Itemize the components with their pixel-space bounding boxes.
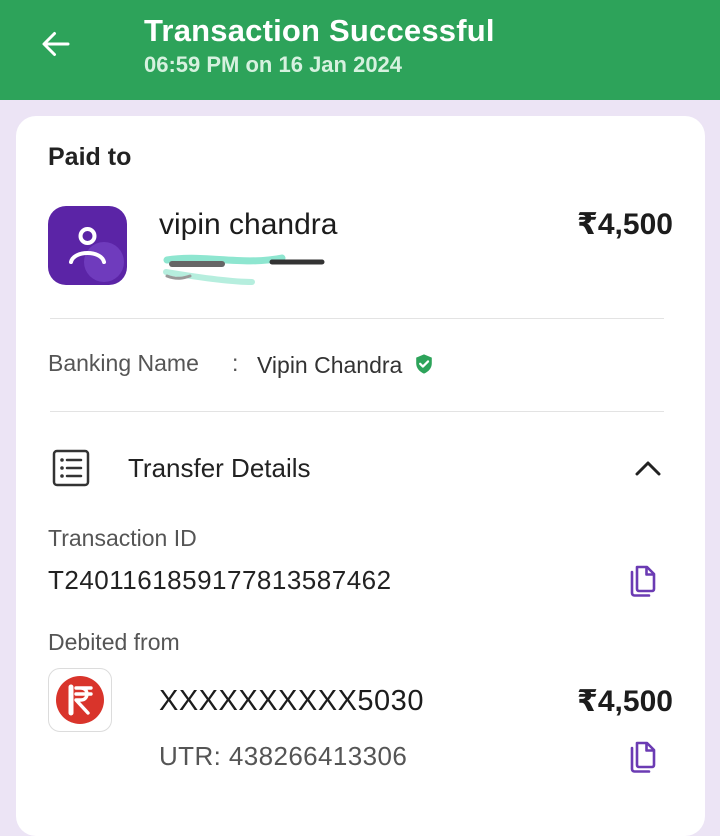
transaction-timestamp: 06:59 PM on 16 Jan 2024 (144, 52, 403, 77)
banking-name-value: Vipin Chandra (257, 352, 403, 378)
banking-name-separator: : (232, 350, 239, 376)
transaction-id-value: T2401161859177813587462 (48, 565, 392, 595)
back-button[interactable] (34, 22, 78, 66)
copy-icon[interactable] (628, 740, 658, 774)
paid-amount: ₹4,500 (577, 208, 673, 241)
debited-amount: ₹4,500 (577, 685, 673, 718)
arrow-left-icon (42, 32, 70, 56)
bank-logo (48, 668, 112, 732)
debited-from-label: Debited from (48, 629, 180, 655)
transaction-card: Paid to vipin chandra ₹4,500 Banking Nam… (16, 116, 705, 836)
copy-icon[interactable] (628, 564, 658, 598)
debit-account-number: XXXXXXXXXX5030 (159, 685, 424, 717)
divider (50, 318, 664, 319)
bank-logo-icon (56, 676, 104, 724)
payee-name: vipin chandra (159, 208, 338, 241)
chevron-up-icon[interactable] (630, 452, 666, 484)
payee-avatar (48, 206, 127, 285)
divider (50, 411, 664, 412)
banking-name-label: Banking Name (48, 350, 199, 376)
page-title: Transaction Successful (144, 13, 495, 48)
utr-number: UTR: 438266413306 (159, 741, 408, 771)
person-icon (69, 227, 124, 282)
transaction-id-label: Transaction ID (48, 525, 197, 551)
transfer-details-label: Transfer Details (128, 453, 311, 483)
receipt-list-icon (52, 449, 90, 487)
paid-to-label: Paid to (48, 143, 132, 171)
verified-check-icon (416, 354, 432, 374)
redacted-upi-id (163, 254, 325, 285)
top-app-bar: Transaction Successful 06:59 PM on 16 Ja… (0, 0, 720, 100)
